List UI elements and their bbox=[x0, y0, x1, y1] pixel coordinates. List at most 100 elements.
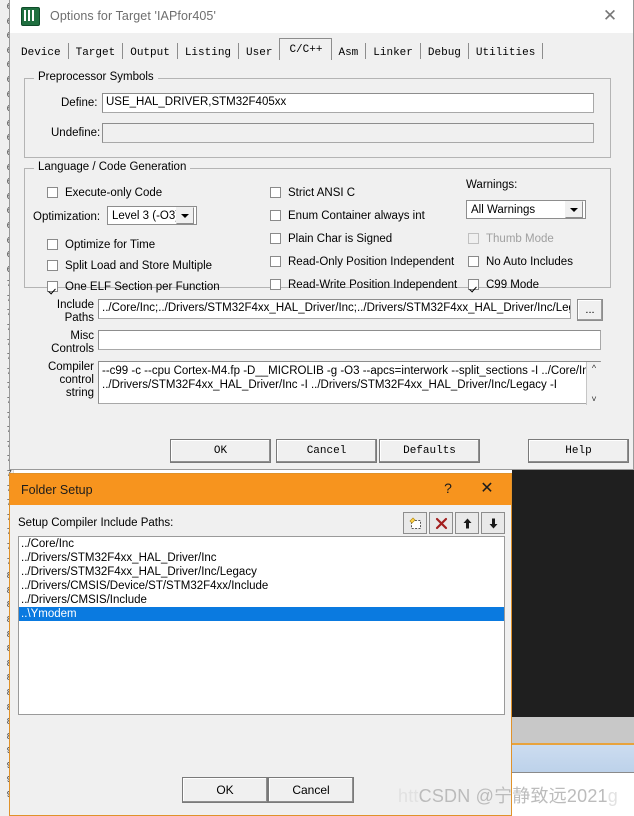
list-item[interactable]: ../Drivers/CMSIS/Device/ST/STM32F4xx/Inc… bbox=[19, 579, 504, 593]
delete-icon[interactable] bbox=[429, 512, 453, 534]
optimization-value: Level 3 (-O3) bbox=[112, 209, 176, 222]
checkbox-box[interactable] bbox=[47, 239, 58, 250]
define-input[interactable]: USE_HAL_DRIVER,STM32F405xx bbox=[102, 93, 594, 113]
checkbox-box[interactable] bbox=[270, 233, 281, 244]
checkbox-label: Strict ANSI C bbox=[288, 187, 356, 199]
close-icon[interactable]: ✕ bbox=[477, 478, 497, 498]
checkbox-box[interactable] bbox=[468, 279, 479, 290]
optimization-select[interactable]: Level 3 (-O3) bbox=[107, 206, 197, 225]
move-down-icon[interactable] bbox=[481, 512, 505, 534]
list-item[interactable]: ../Core/Inc bbox=[19, 537, 504, 551]
checkbox-box[interactable] bbox=[270, 256, 281, 267]
tab-asm[interactable]: Asm bbox=[331, 43, 367, 59]
compiler-string-scrollbar[interactable]: ^ ˅ bbox=[586, 362, 601, 405]
options-defaults-button[interactable]: Defaults bbox=[379, 439, 480, 463]
new-folder-icon[interactable] bbox=[403, 512, 427, 534]
list-item[interactable]: ../Drivers/STM32F4xx_HAL_Driver/Inc bbox=[19, 551, 504, 565]
checkbox-label: Enum Container always int bbox=[288, 210, 425, 222]
question-mark-icon[interactable]: ? bbox=[439, 480, 457, 496]
move-up-icon[interactable] bbox=[455, 512, 479, 534]
tab-listing[interactable]: Listing bbox=[177, 43, 240, 59]
include-paths-list[interactable]: ../Core/Inc ../Drivers/STM32F4xx_HAL_Dri… bbox=[18, 536, 505, 715]
options-titlebar: Options for Target 'IAPfor405' ✕ bbox=[10, 0, 633, 33]
checkbox-box[interactable] bbox=[468, 256, 479, 267]
tab-target[interactable]: Target bbox=[68, 43, 124, 59]
misc-controls-input[interactable] bbox=[98, 330, 601, 350]
checkbox-label: Read-Only Position Independent bbox=[288, 256, 455, 268]
checkbox-read-write-position-independent[interactable]: Read-Write Position Independent bbox=[270, 275, 457, 293]
folder-setup-subbar: Setup Compiler Include Paths: bbox=[18, 512, 505, 534]
chevron-down-icon[interactable] bbox=[176, 207, 194, 224]
folder-setup-dialog: Folder Setup ? ✕ Setup Compiler Include … bbox=[9, 473, 512, 816]
folder-setup-toolbar bbox=[401, 512, 505, 534]
compiler-string-line1: --c99 -c --cpu Cortex-M4.fp -D__MICROLIB… bbox=[102, 365, 587, 377]
checkbox-box[interactable] bbox=[270, 187, 281, 198]
editor-dark-pane bbox=[512, 462, 634, 717]
tab-debug[interactable]: Debug bbox=[420, 43, 469, 59]
checkbox-no-auto-includes[interactable]: No Auto Includes bbox=[468, 252, 573, 270]
chevron-down-icon[interactable]: ˅ bbox=[591, 394, 596, 404]
misc-controls-label: Misc Controls bbox=[44, 330, 94, 356]
editor-blue-bar bbox=[512, 745, 634, 773]
tab-user[interactable]: User bbox=[239, 43, 281, 59]
watermark-suffix: g bbox=[607, 786, 618, 806]
folder-setup-ok-button[interactable]: OK bbox=[182, 777, 268, 803]
chevron-up-icon[interactable]: ^ bbox=[592, 363, 596, 373]
checkbox-one-elf-section-per-function[interactable]: One ELF Section per Function bbox=[47, 277, 220, 295]
compiler-label-line1: Compiler bbox=[47, 361, 94, 373]
tab-device[interactable]: Device bbox=[14, 43, 69, 59]
checkbox-box[interactable] bbox=[47, 281, 58, 292]
compiler-control-string-label: Compiler control string bbox=[40, 361, 94, 400]
checkbox-c99-mode[interactable]: C99 Mode bbox=[468, 275, 539, 293]
chevron-down-icon[interactable] bbox=[565, 201, 583, 218]
undefine-input[interactable] bbox=[102, 123, 594, 143]
preprocessor-symbols-group: Preprocessor Symbols Define: USE_HAL_DRI… bbox=[24, 71, 611, 158]
optimization-label: Optimization: bbox=[33, 211, 101, 223]
checkbox-execute-only-code[interactable]: Execute-only Code bbox=[47, 183, 162, 201]
warnings-select[interactable]: All Warnings bbox=[466, 200, 586, 219]
list-item-selected[interactable]: ..\Ymodem bbox=[19, 607, 504, 621]
options-help-button[interactable]: Help bbox=[528, 439, 629, 463]
include-paths-label-line1: Include bbox=[56, 299, 94, 311]
list-item[interactable]: ../Drivers/CMSIS/Include bbox=[19, 593, 504, 607]
language-code-generation-group: Language / Code Generation Execute-only … bbox=[24, 161, 611, 293]
editor-grey-bar bbox=[512, 717, 634, 743]
checkbox-box[interactable] bbox=[270, 279, 281, 290]
checkbox-strict-ansi-c[interactable]: Strict ANSI C bbox=[270, 183, 355, 201]
options-panel-body: Preprocessor Symbols Define: USE_HAL_DRI… bbox=[10, 58, 633, 469]
undefine-label: Undefine: bbox=[51, 127, 101, 139]
watermark-text: CSDN @宁静致远2021 bbox=[418, 786, 608, 806]
keil-uvision-icon bbox=[21, 6, 40, 26]
compiler-control-string-input[interactable]: --c99 -c --cpu Cortex-M4.fp -D__MICROLIB… bbox=[98, 361, 601, 404]
options-ok-button[interactable]: OK bbox=[170, 439, 271, 463]
include-paths-label-line2: Paths bbox=[64, 312, 94, 324]
tab-utilities[interactable]: Utilities bbox=[468, 43, 544, 59]
define-label: Define: bbox=[61, 97, 98, 109]
checkbox-box[interactable] bbox=[47, 187, 58, 198]
checkbox-optimize-for-time[interactable]: Optimize for Time bbox=[47, 235, 155, 253]
checkbox-split-load-store-multiple[interactable]: Split Load and Store Multiple bbox=[47, 256, 212, 274]
checkbox-box[interactable] bbox=[47, 260, 58, 271]
checkbox-label: Optimize for Time bbox=[65, 239, 156, 251]
watermark-prefix: htt bbox=[398, 786, 419, 806]
tab-output[interactable]: Output bbox=[123, 43, 178, 59]
checkbox-label: Read-Write Position Independent bbox=[288, 279, 458, 291]
checkbox-box[interactable] bbox=[270, 210, 281, 221]
tab-linker[interactable]: Linker bbox=[366, 43, 421, 59]
tab-c-cpp[interactable]: C/C++ bbox=[279, 38, 333, 60]
warnings-label: Warnings: bbox=[466, 179, 518, 191]
include-paths-input[interactable]: ../Core/Inc;../Drivers/STM32F4xx_HAL_Dri… bbox=[98, 299, 571, 319]
close-icon[interactable]: ✕ bbox=[593, 2, 627, 30]
folder-setup-title: Folder Setup bbox=[21, 482, 93, 497]
checkbox-read-only-position-independent[interactable]: Read-Only Position Independent bbox=[270, 252, 454, 270]
options-dialog-title: Options for Target 'IAPfor405' bbox=[50, 9, 216, 23]
checkbox-plain-char-is-signed[interactable]: Plain Char is Signed bbox=[270, 229, 392, 247]
include-paths-label: Include Paths bbox=[44, 299, 94, 325]
include-paths-browse-button[interactable]: ... bbox=[577, 299, 603, 321]
preprocessor-symbols-legend: Preprocessor Symbols bbox=[34, 71, 158, 83]
folder-setup-cancel-button[interactable]: Cancel bbox=[268, 777, 354, 803]
checkbox-enum-container-always-int[interactable]: Enum Container always int bbox=[270, 206, 425, 224]
options-cancel-button[interactable]: Cancel bbox=[276, 439, 377, 463]
list-item[interactable]: ../Drivers/STM32F4xx_HAL_Driver/Inc/Lega… bbox=[19, 565, 504, 579]
compiler-string-line2: ../Drivers/STM32F4xx_HAL_Driver/Inc -I .… bbox=[102, 379, 558, 391]
